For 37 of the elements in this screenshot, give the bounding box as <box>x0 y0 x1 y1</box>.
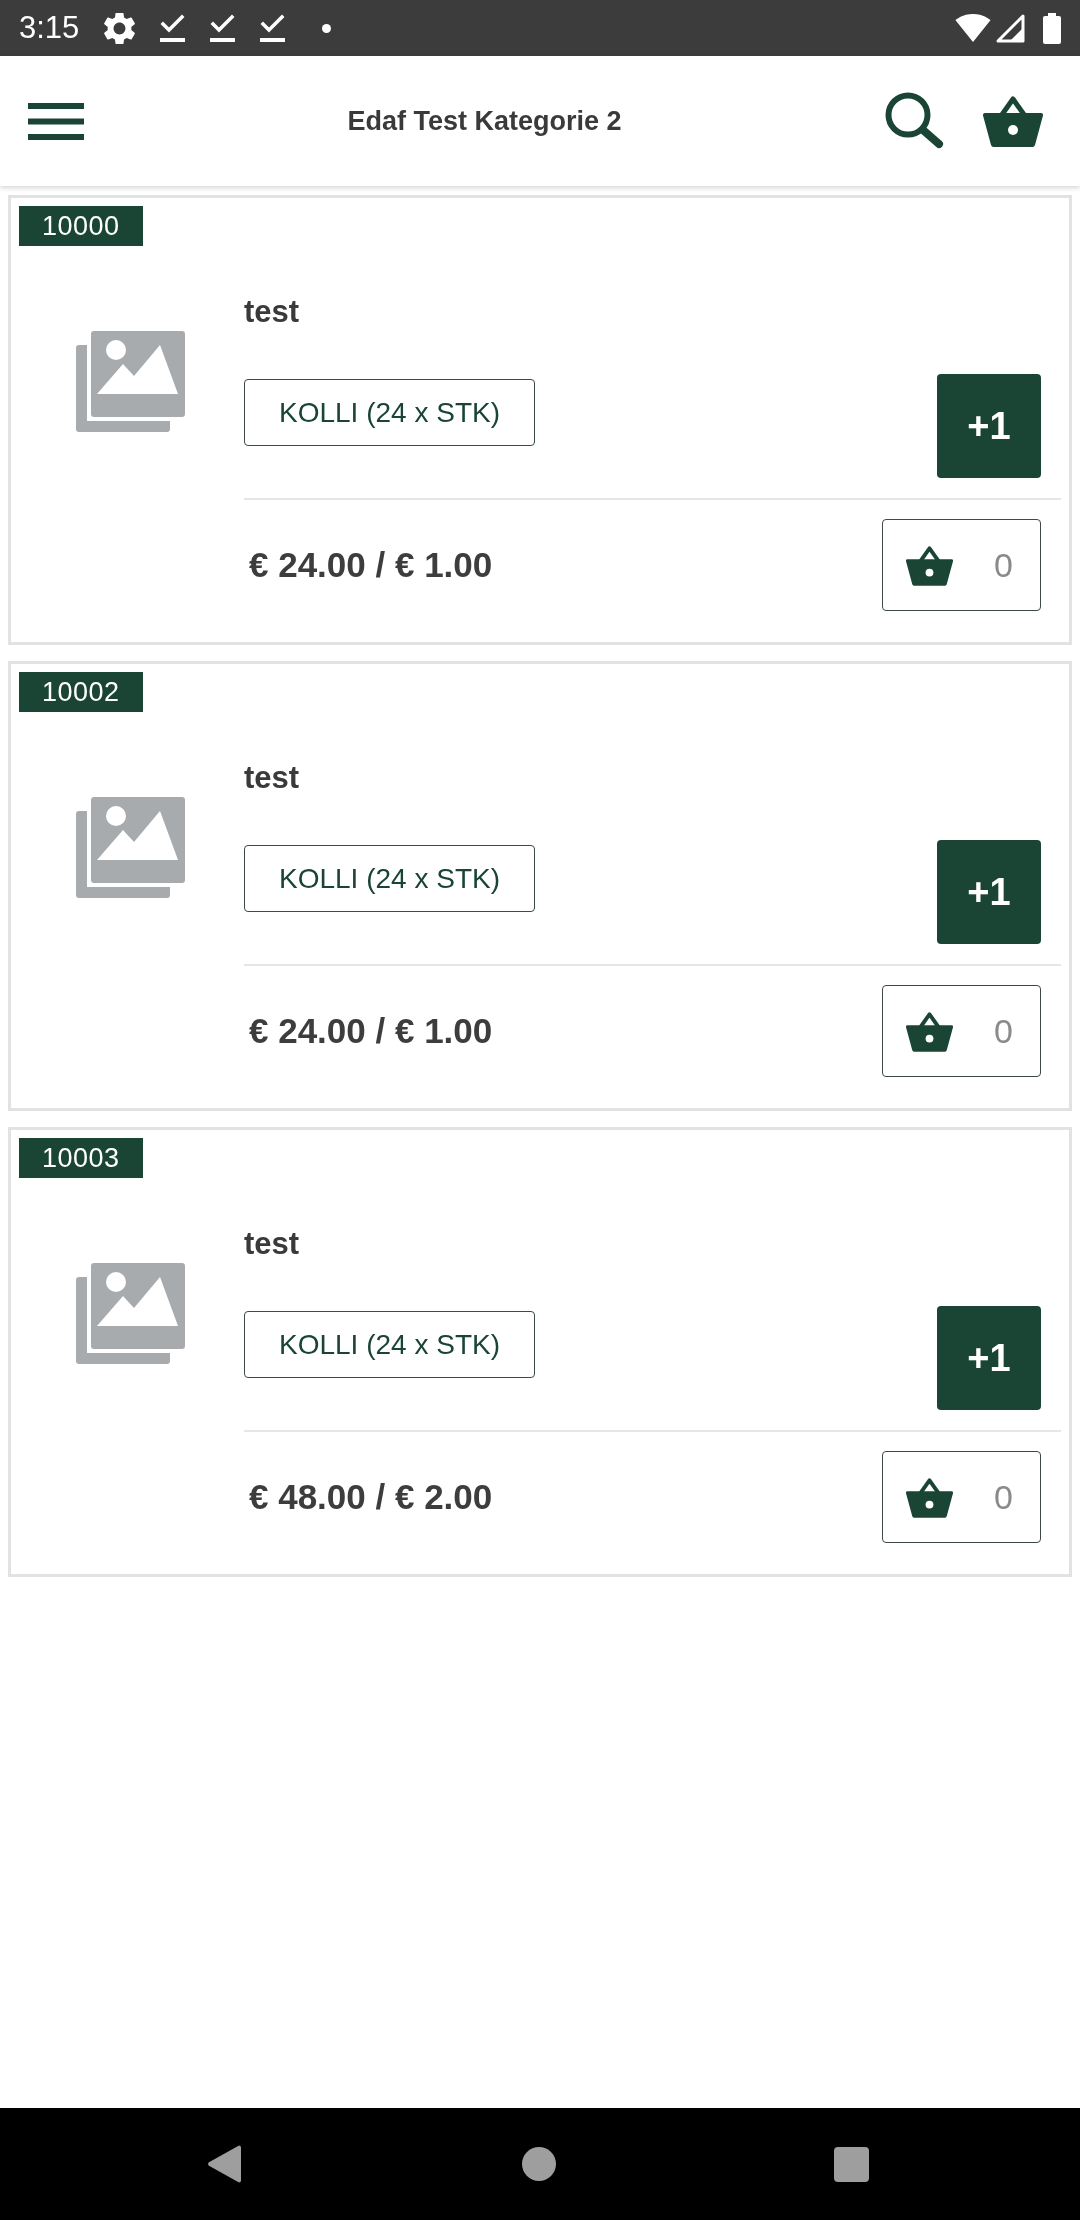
search-icon[interactable] <box>885 92 945 150</box>
recents-icon[interactable] <box>834 2146 869 2182</box>
product-price: € 24.00 / € 1.00 <box>249 545 493 586</box>
check-icon <box>160 14 186 42</box>
unit-button[interactable]: KOLLI (24 x STK) <box>244 845 535 912</box>
product-number-tag: 10000 <box>19 206 143 246</box>
product-name: test <box>244 760 300 796</box>
product-number-tag: 10002 <box>19 672 143 712</box>
product-name: test <box>244 294 300 330</box>
basket-icon[interactable] <box>983 95 1043 147</box>
dot-icon <box>322 23 332 33</box>
signal-icon <box>996 13 1025 43</box>
check-icon <box>210 14 236 42</box>
product-price: € 48.00 / € 2.00 <box>249 1477 493 1518</box>
basket-icon <box>906 544 953 586</box>
unit-button[interactable]: KOLLI (24 x STK) <box>244 1311 535 1378</box>
add-one-button[interactable]: +1 <box>937 374 1041 478</box>
image-placeholder-icon <box>76 1263 185 1364</box>
check-icon <box>260 14 286 42</box>
basket-icon <box>906 1010 953 1052</box>
menu-icon[interactable] <box>28 102 84 140</box>
image-placeholder-icon <box>76 331 185 432</box>
product-number-tag: 10003 <box>19 1138 143 1178</box>
back-icon[interactable] <box>208 2145 241 2183</box>
basket-icon <box>906 1476 953 1518</box>
status-time: 3:15 <box>19 10 80 46</box>
product-price: € 24.00 / € 1.00 <box>249 1011 493 1052</box>
home-icon[interactable] <box>522 2147 556 2181</box>
unit-button[interactable]: KOLLI (24 x STK) <box>244 379 535 446</box>
page-title: Edaf Test Kategorie 2 <box>346 105 623 137</box>
wifi-icon <box>955 14 991 42</box>
add-one-button[interactable]: +1 <box>937 840 1041 944</box>
image-placeholder-icon <box>76 797 185 898</box>
add-one-button[interactable]: +1 <box>937 1306 1041 1410</box>
battery-icon <box>1043 12 1061 44</box>
product-name: test <box>244 1226 300 1262</box>
gear-icon <box>104 12 136 44</box>
